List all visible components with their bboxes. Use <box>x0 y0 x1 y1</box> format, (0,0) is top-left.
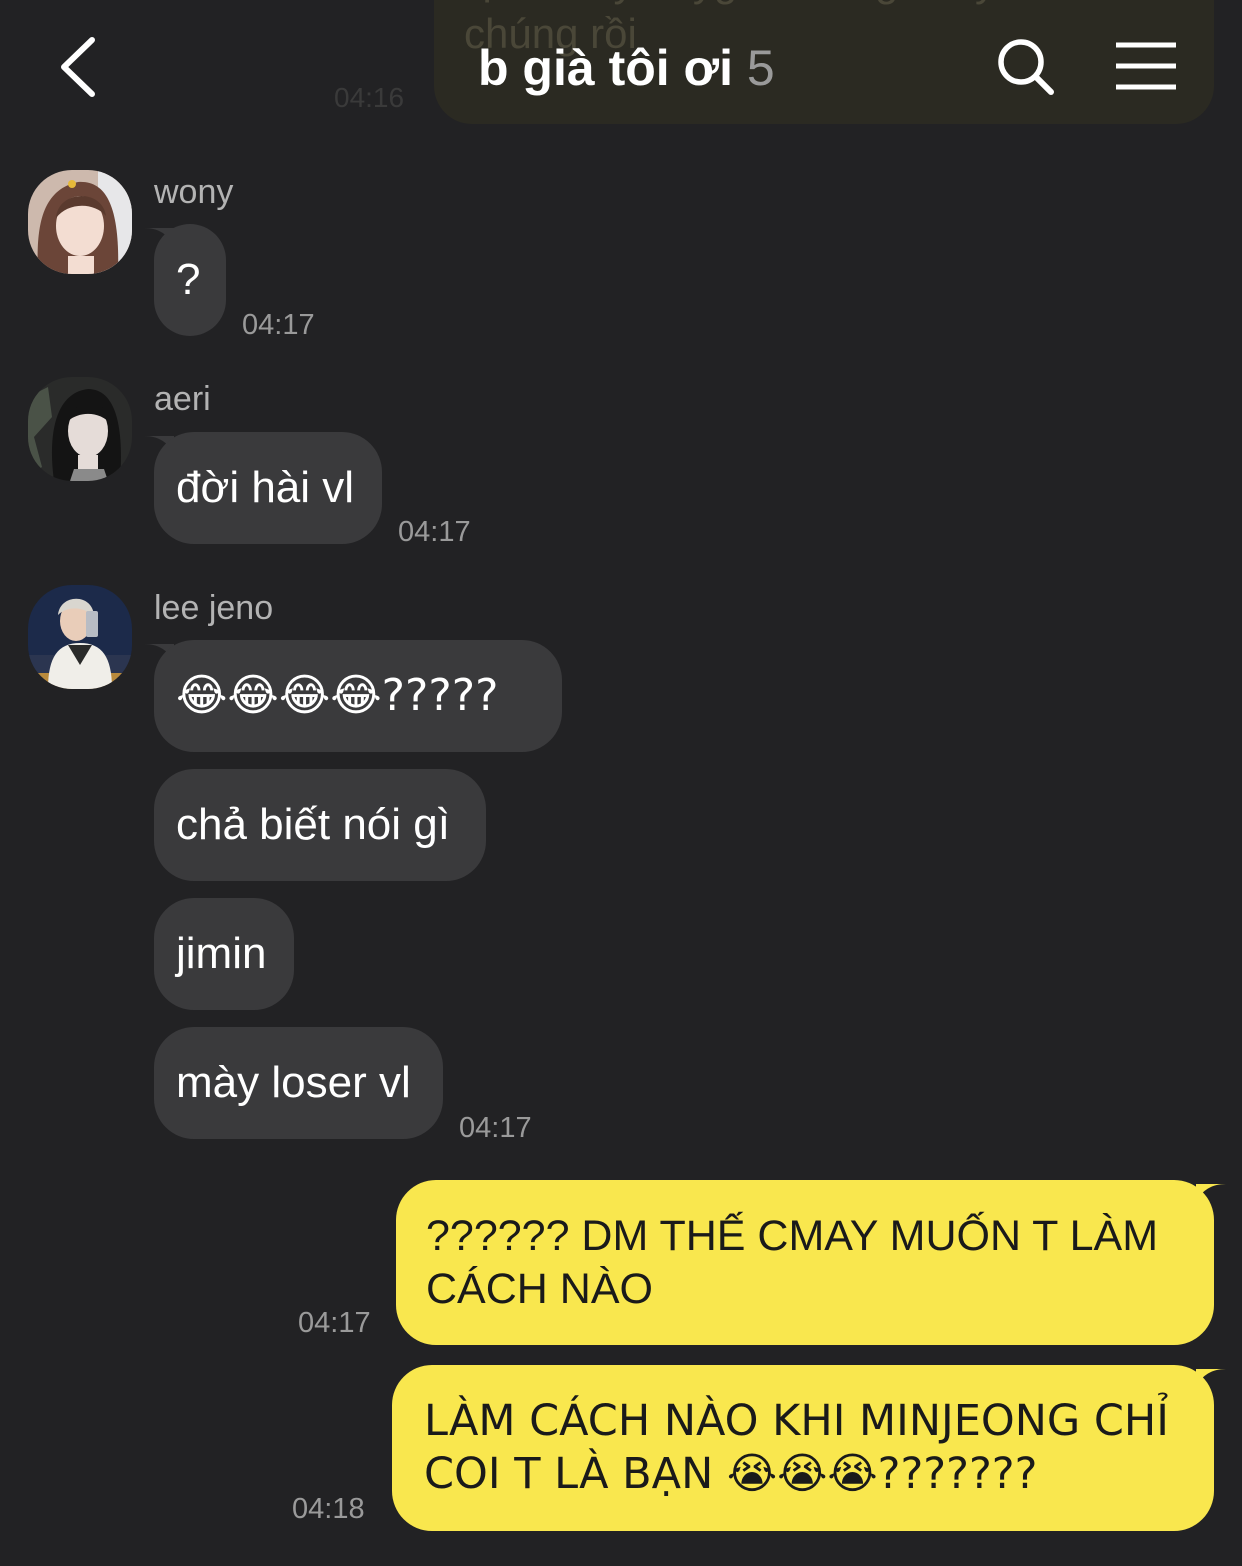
message-bubble[interactable]: jimin <box>154 898 294 1010</box>
message-bubble[interactable]: ? <box>154 224 226 336</box>
menu-button[interactable] <box>1112 40 1180 92</box>
message-time: 04:17 <box>459 1112 532 1144</box>
bubble-tail <box>1196 1369 1226 1387</box>
message-bubble[interactable]: chả biết nói gì <box>154 769 486 881</box>
sender-name: wony <box>154 173 234 211</box>
back-button[interactable] <box>52 32 112 102</box>
member-count: 5 <box>746 40 775 96</box>
message-bubble[interactable]: đời hài vl <box>154 432 382 544</box>
avatar-wony[interactable] <box>28 170 132 274</box>
search-icon <box>998 39 1054 95</box>
message-time: 04:17 <box>242 309 315 341</box>
my-message-time: 04:18 <box>292 1493 365 1525</box>
message-bubble[interactable]: mày loser vl <box>154 1027 443 1139</box>
chat-name: b già tôi ơi <box>478 40 733 96</box>
back-arrow-icon <box>61 37 95 97</box>
my-message-bubble[interactable]: LÀM CÁCH NÀO KHI MINJEONG CHỈ COI T LÀ B… <box>392 1365 1214 1531</box>
menu-icon <box>1116 42 1176 90</box>
chat-header: b già tôi ơi 5 <box>0 0 1242 135</box>
sender-name: aeri <box>154 380 211 418</box>
avatar-aeri[interactable] <box>28 377 132 481</box>
message-time: 04:17 <box>398 516 471 548</box>
chat-title: b già tôi ơi 5 <box>478 38 775 98</box>
search-button[interactable] <box>995 36 1057 98</box>
my-message-bubble[interactable]: ?????? DM THẾ CMAY MUỐN T LÀM CÁCH NÀO <box>396 1180 1214 1345</box>
message-bubble[interactable]: 😂😂😂😂????? <box>154 640 562 752</box>
my-message-time: 04:17 <box>298 1307 371 1339</box>
avatar-lee-jeno[interactable] <box>28 585 132 689</box>
bubble-tail <box>1196 1184 1226 1202</box>
sender-name: lee jeno <box>154 589 274 627</box>
